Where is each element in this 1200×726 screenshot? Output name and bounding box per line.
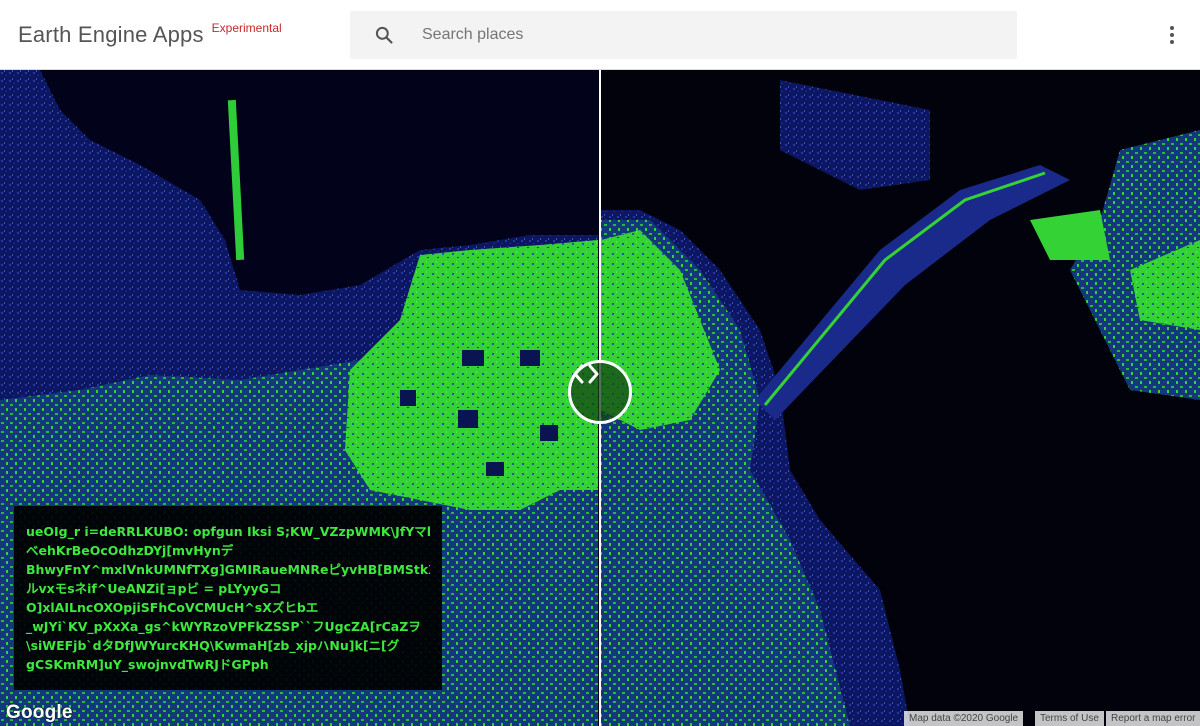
info-panel: ueOIg_r i=deRRLKUBO: opfgun Iksi S;KW_VZ… — [14, 506, 442, 690]
more-vert-icon[interactable] — [1160, 22, 1184, 48]
info-line: BhwyFnY^mxlVnkUMNfTXg]GMIRaueMNReピyvHB[B… — [26, 562, 430, 577]
info-line: gCSKmRM]uY_swojnvdTwRJドGPph — [26, 657, 269, 672]
swipe-arrows-icon[interactable] — [568, 360, 632, 424]
chevrons-icon — [573, 364, 599, 384]
search-box[interactable] — [350, 11, 1017, 59]
experimental-badge: Experimental — [211, 21, 282, 35]
info-line: ルvxモsネif^UeANZi[ョpビ = pLYyyGコ — [26, 581, 282, 596]
app-header: Earth Engine Apps Experimental — [0, 0, 1200, 70]
info-line: ueOIg_r i=deRRLKUBO: opfgun Iksi S;KW_VZ… — [26, 524, 430, 539]
info-line: O]xlAILncOXOpjiSFhCoVCMUcH^sXズヒbエ — [26, 600, 319, 615]
info-line: べehKrBeOcOdhzDYj[mvHynデ — [26, 543, 234, 558]
menu-dot — [1170, 26, 1174, 30]
info-line: _wJYi`KV_pXxXa_gs^kWYRzoVPFkZSSP``フUgcZA… — [26, 619, 421, 634]
menu-dot — [1170, 40, 1174, 44]
menu-dot — [1170, 33, 1174, 37]
terms-link[interactable]: Terms of Use — [1035, 711, 1104, 726]
brand: Earth Engine Apps Experimental — [18, 22, 282, 48]
google-logo[interactable]: Google — [6, 702, 73, 724]
info-line: \siWEFjb`dタDfJWYurcKHQ\KwmaH[zb_xjpハNu]k… — [26, 638, 400, 653]
search-input[interactable] — [422, 11, 1002, 59]
report-map-error-link[interactable]: Report a map error — [1106, 711, 1200, 726]
map-data-attribution: Map data ©2020 Google — [904, 711, 1024, 726]
search-icon[interactable] — [374, 25, 394, 45]
app-title: Earth Engine Apps — [18, 22, 204, 47]
